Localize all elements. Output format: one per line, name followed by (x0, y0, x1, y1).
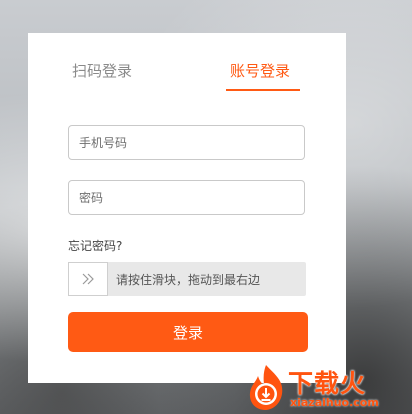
watermark: 下载火 xiazaihuo.com (244, 362, 408, 412)
login-tabs: 扫码登录 账号登录 (28, 33, 346, 93)
slider-captcha[interactable]: 请按住滑块，拖动到最右边 (68, 262, 306, 296)
flame-download-icon (249, 365, 283, 410)
login-button[interactable]: 登录 (68, 312, 308, 352)
forgot-password-link[interactable]: 忘记密码? (68, 237, 122, 254)
slider-hint: 请按住滑块，拖动到最右边 (116, 273, 261, 287)
slider-handle[interactable] (68, 262, 108, 296)
tab-qr-login[interactable]: 扫码登录 (72, 61, 132, 81)
tab-account-login[interactable]: 账号登录 (230, 61, 290, 81)
active-tab-indicator (226, 89, 300, 91)
watermark-brand: 下载火 (288, 369, 367, 398)
watermark-url: xiazaihuo.com (290, 396, 379, 409)
login-card: 扫码登录 账号登录 忘记密码? 请按住滑块，拖动到最右边 登录 (28, 33, 346, 383)
double-chevron-right-icon (82, 273, 94, 285)
password-input[interactable] (68, 180, 305, 215)
phone-input[interactable] (68, 125, 305, 160)
